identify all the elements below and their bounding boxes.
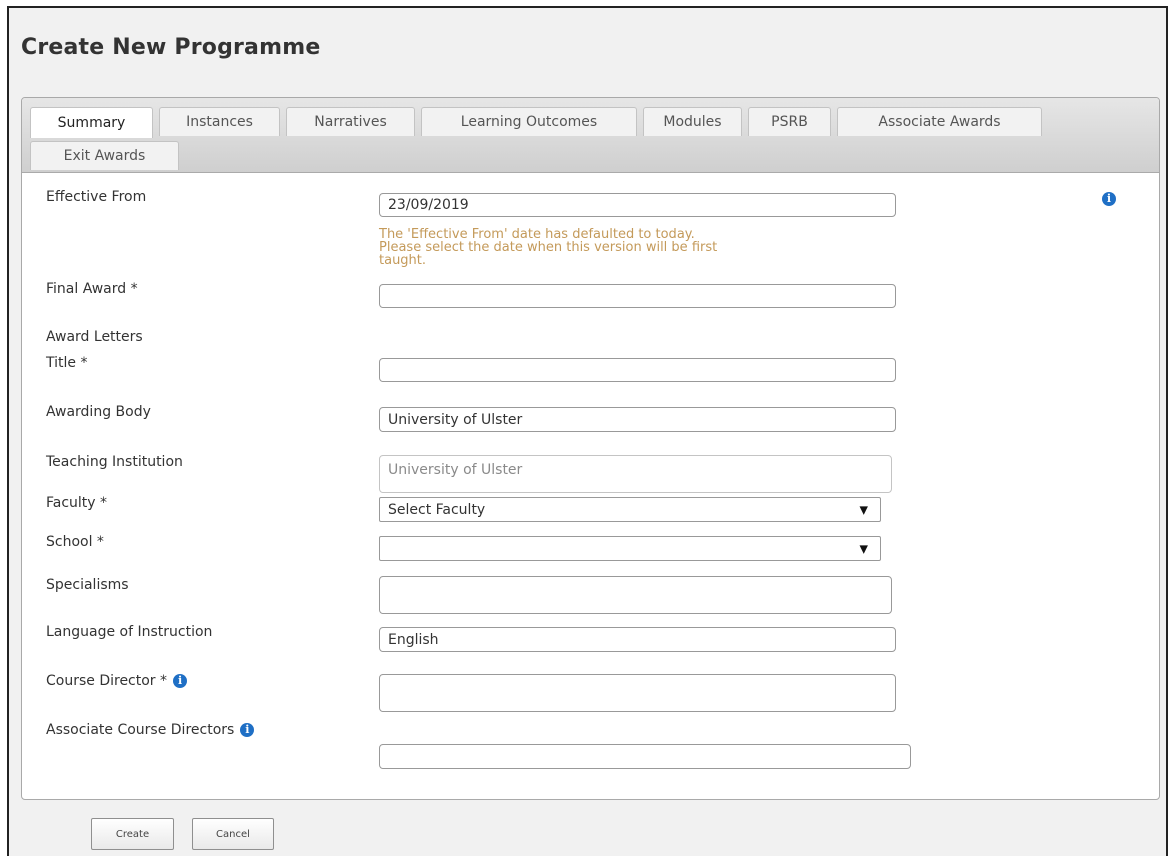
associate-directors-label: Associate Course Directors i: [46, 722, 255, 738]
cancel-button[interactable]: Cancel: [192, 818, 274, 850]
course-director-label-text: Course Director *: [46, 673, 168, 689]
faculty-selected-value: Select Faculty: [388, 501, 486, 518]
associate-directors-label-text: Associate Course Directors: [46, 722, 235, 738]
effective-from-label: Effective From: [46, 189, 147, 205]
teaching-institution-field: University of Ulster: [379, 455, 892, 493]
info-icon[interactable]: i: [1102, 192, 1116, 206]
tab-exit-awards[interactable]: Exit Awards: [30, 141, 179, 170]
tab-psrb[interactable]: PSRB: [748, 107, 831, 136]
specialisms-input[interactable]: [379, 576, 892, 614]
final-award-label: Final Award *: [46, 281, 138, 297]
language-label: Language of Instruction: [46, 624, 213, 640]
language-input[interactable]: [379, 627, 896, 652]
effective-from-hint: The 'Effective From' date has defaulted …: [379, 228, 869, 267]
tab-associate-awards[interactable]: Associate Awards: [837, 107, 1042, 136]
hint-line-2: Please select the date when this version…: [379, 240, 718, 255]
course-director-label: Course Director * i: [46, 673, 188, 689]
chevron-down-icon: ▼: [859, 503, 868, 516]
school-select[interactable]: ▼: [379, 536, 881, 561]
page-title: Create New Programme: [21, 35, 321, 60]
chevron-down-icon: ▼: [859, 542, 868, 555]
awarding-body-input[interactable]: [379, 407, 896, 432]
create-button[interactable]: Create: [91, 818, 174, 850]
effective-from-input[interactable]: [379, 193, 896, 217]
title-label: Title *: [46, 355, 88, 371]
tab-narratives[interactable]: Narratives: [286, 107, 415, 136]
tab-summary[interactable]: Summary: [30, 107, 153, 138]
info-icon[interactable]: i: [240, 723, 255, 737]
info-icon[interactable]: i: [173, 674, 188, 688]
teaching-institution-label: Teaching Institution: [46, 454, 183, 470]
title-input[interactable]: [379, 358, 896, 382]
course-director-input[interactable]: [379, 674, 896, 712]
tab-modules[interactable]: Modules: [643, 107, 742, 136]
tab-learning-outcomes[interactable]: Learning Outcomes: [421, 107, 637, 136]
tab-instances[interactable]: Instances: [159, 107, 280, 136]
school-label: School *: [46, 534, 104, 550]
tab-strip: Summary Instances Narratives Learning Ou…: [22, 98, 1159, 173]
associate-directors-input[interactable]: [379, 744, 911, 769]
faculty-select[interactable]: Select Faculty ▼: [379, 497, 881, 522]
award-letters-label: Award Letters: [46, 329, 143, 345]
hint-line-3: taught.: [379, 253, 427, 268]
specialisms-label: Specialisms: [46, 577, 129, 593]
faculty-label: Faculty *: [46, 495, 108, 511]
final-award-input[interactable]: [379, 284, 896, 308]
awarding-body-label: Awarding Body: [46, 404, 151, 420]
